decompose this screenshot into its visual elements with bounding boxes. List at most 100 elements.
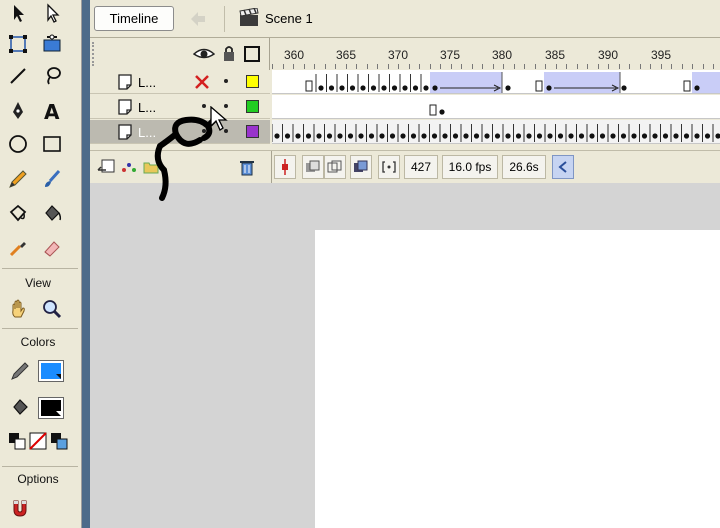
drag-grip[interactable] bbox=[92, 42, 100, 66]
stage-canvas[interactable] bbox=[315, 230, 720, 528]
scene-label[interactable]: Scene 1 bbox=[265, 11, 313, 26]
layer-frames[interactable] bbox=[272, 95, 720, 119]
brush-tool-icon[interactable] bbox=[38, 165, 66, 193]
panel-divider[interactable] bbox=[82, 0, 90, 528]
view-section-label: View bbox=[25, 276, 51, 290]
ruler-tick bbox=[398, 64, 399, 69]
ruler-tick bbox=[597, 64, 599, 69]
hidden-layer-x-icon[interactable] bbox=[194, 74, 210, 90]
ruler-tick bbox=[366, 64, 368, 69]
ruler-tick bbox=[608, 64, 609, 69]
ruler-frame-label: 370 bbox=[388, 48, 409, 62]
pen-tool-icon[interactable] bbox=[4, 97, 32, 125]
current-frame-display: 427 bbox=[404, 155, 438, 179]
eraser-tool-icon[interactable] bbox=[38, 234, 66, 262]
frame-rate-display[interactable]: 16.0 fps bbox=[442, 155, 498, 179]
ruler-tick bbox=[293, 64, 294, 69]
onion-skin-button[interactable] bbox=[302, 155, 324, 179]
ink-bottle-tool-icon[interactable] bbox=[4, 199, 32, 227]
ruler-tick bbox=[639, 64, 641, 69]
layer-outline-color[interactable] bbox=[246, 100, 259, 113]
elapsed-time-display: 26.6s bbox=[502, 155, 546, 179]
ruler-tick bbox=[681, 64, 683, 69]
free-transform-tool-icon[interactable] bbox=[4, 30, 32, 58]
ruler-tick bbox=[513, 64, 515, 69]
ruler-tick bbox=[503, 64, 504, 69]
hand-tool-icon[interactable] bbox=[4, 295, 32, 323]
oval-tool-icon[interactable] bbox=[4, 130, 32, 158]
frame-ruler[interactable]: 360 365 370 375 380 385 390 395 bbox=[272, 38, 720, 70]
ruler-tick bbox=[272, 64, 273, 69]
lock-dot[interactable] bbox=[224, 79, 228, 83]
ruler-tick bbox=[440, 64, 441, 69]
document-header: Timeline Scene 1 bbox=[90, 0, 720, 38]
ruler-tick bbox=[660, 64, 662, 69]
ruler-tick bbox=[629, 64, 630, 69]
add-motion-guide-icon[interactable] bbox=[120, 158, 138, 176]
subselection-tool-icon[interactable] bbox=[38, 0, 66, 28]
layer-outline-color[interactable] bbox=[246, 75, 259, 88]
view-separator bbox=[2, 328, 78, 329]
ruler-tick bbox=[471, 64, 473, 69]
secondary-color-swatch[interactable] bbox=[38, 397, 64, 419]
snap-magnet-icon[interactable] bbox=[6, 494, 34, 522]
layer-outline-color[interactable] bbox=[246, 125, 259, 138]
delete-layer-trash-icon[interactable] bbox=[238, 158, 256, 176]
eyedropper-tool-icon[interactable] bbox=[4, 234, 32, 262]
colors-section-label: Colors bbox=[20, 335, 56, 349]
line-tool-icon[interactable] bbox=[4, 62, 32, 90]
lock-icon[interactable] bbox=[222, 44, 236, 62]
header-separator bbox=[224, 6, 225, 32]
insert-layer-icon[interactable] bbox=[96, 158, 118, 176]
onion-skin-outlines-button[interactable] bbox=[324, 155, 346, 179]
edit-multiple-frames-button[interactable] bbox=[350, 155, 372, 179]
ruler-frame-label: 365 bbox=[336, 48, 357, 62]
ruler-tick bbox=[650, 64, 651, 69]
modify-onion-markers-button[interactable] bbox=[378, 155, 400, 179]
zoom-tool-icon[interactable] bbox=[38, 295, 66, 323]
layer-frames[interactable] bbox=[271, 120, 720, 144]
ruler-frame-label: 395 bbox=[651, 48, 672, 62]
black-white-icon[interactable] bbox=[6, 430, 28, 452]
fill-color-swatch[interactable] bbox=[38, 360, 64, 382]
layer-name[interactable]: L... bbox=[138, 75, 156, 90]
ruler-frame-label: 375 bbox=[440, 48, 461, 62]
ruler-frame-label: 385 bbox=[545, 48, 566, 62]
no-color-icon[interactable] bbox=[27, 430, 49, 452]
outline-icon[interactable] bbox=[244, 46, 260, 62]
ruler-tick bbox=[282, 64, 284, 69]
back-arrow-icon[interactable] bbox=[188, 9, 208, 29]
paint-bucket-tool-icon[interactable] bbox=[38, 199, 66, 227]
options-section-label: Options bbox=[17, 472, 59, 486]
stage-workspace bbox=[90, 183, 720, 528]
ruler-tick bbox=[492, 64, 494, 69]
layer-page-icon bbox=[116, 123, 134, 141]
mouse-pointer-icon bbox=[210, 106, 228, 131]
text-tool-icon[interactable]: A bbox=[38, 97, 66, 125]
ruler-tick bbox=[692, 64, 693, 69]
ruler-tick bbox=[450, 64, 452, 69]
selection-tool-icon[interactable] bbox=[4, 0, 32, 28]
center-frame-button[interactable] bbox=[274, 155, 296, 179]
tools-panel: A View Colors Options bbox=[0, 0, 82, 528]
gradient-transform-tool-icon[interactable] bbox=[38, 30, 66, 58]
ruler-tick bbox=[576, 64, 578, 69]
layer-frames[interactable] bbox=[272, 70, 720, 94]
show-hide-eye-icon[interactable] bbox=[192, 45, 216, 63]
rectangle-tool-icon[interactable] bbox=[38, 130, 66, 158]
ruler-tick bbox=[429, 64, 431, 69]
lasso-tool-icon[interactable] bbox=[38, 62, 66, 90]
ruler-tick bbox=[377, 64, 378, 69]
ruler-tick bbox=[618, 64, 620, 69]
ruler-tick bbox=[419, 64, 420, 69]
layer-row[interactable]: L... bbox=[90, 70, 270, 94]
timeline-toggle-button[interactable]: Timeline bbox=[94, 6, 174, 31]
scroll-left-button[interactable] bbox=[552, 155, 574, 179]
ruler-frame-label: 390 bbox=[598, 48, 619, 62]
swap-colors-icon[interactable] bbox=[48, 430, 70, 452]
ruler-tick bbox=[545, 64, 546, 69]
ruler-frame-label: 380 bbox=[492, 48, 513, 62]
pencil-tool-icon[interactable] bbox=[4, 165, 32, 193]
tools-separator bbox=[2, 268, 78, 269]
ruler-tick bbox=[555, 64, 557, 69]
